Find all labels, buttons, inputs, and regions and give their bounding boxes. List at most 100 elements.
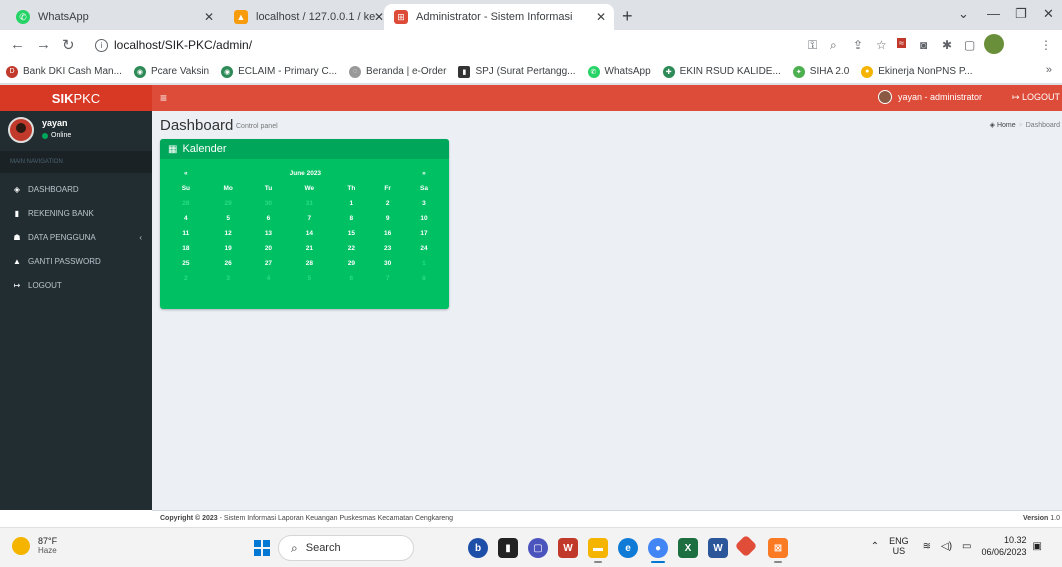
calendar-day[interactable]: 3 xyxy=(206,271,251,286)
calendar-day[interactable]: 7 xyxy=(286,211,332,226)
key-icon[interactable]: ⚿ xyxy=(808,38,817,53)
chat-icon[interactable]: ▢ xyxy=(528,538,548,558)
tab-phpmyadmin[interactable]: ▲ localhost / 127.0.0.1 / keuangan ✕ xyxy=(224,4,392,30)
back-icon[interactable]: ← xyxy=(10,36,25,53)
xampp-icon[interactable]: ⊠ xyxy=(768,538,788,563)
sidebar-item-data-pengguna[interactable]: ☗ DATA PENGGUNA ‹ xyxy=(0,225,152,249)
tab-administrator[interactable]: ⊞ Administrator - Sistem Informasi ✕ xyxy=(384,4,614,30)
calendar-day[interactable]: 29 xyxy=(332,256,370,271)
calendar-prev-button[interactable]: « xyxy=(166,166,206,181)
calendar-day[interactable]: 7 xyxy=(370,271,405,286)
calendar-day[interactable]: 16 xyxy=(370,226,405,241)
calendar-day[interactable]: 11 xyxy=(166,226,206,241)
calendar-day[interactable]: 30 xyxy=(251,196,287,211)
sidebar-item-dashboard[interactable]: ◈ DASHBOARD xyxy=(0,177,152,201)
bookmark-item[interactable]: ◌ Beranda | e-Order xyxy=(349,65,446,78)
calendar-day[interactable]: 21 xyxy=(286,241,332,256)
calendar-day[interactable]: 23 xyxy=(370,241,405,256)
chevron-up-icon[interactable]: ⌃ xyxy=(871,541,879,552)
volume-icon[interactable]: ◁) xyxy=(941,541,952,552)
excel-icon[interactable]: X xyxy=(678,538,698,558)
calendar-day[interactable]: 15 xyxy=(332,226,370,241)
chrome-icon[interactable]: ● xyxy=(648,538,668,563)
calendar-day[interactable]: 27 xyxy=(251,256,287,271)
restore-icon[interactable]: ❐ xyxy=(1015,6,1027,22)
calendar-day[interactable]: 5 xyxy=(206,211,251,226)
extensions-puzzle-icon[interactable]: ✱ xyxy=(942,38,952,52)
profile-avatar[interactable] xyxy=(984,34,1004,54)
calendar-day[interactable]: 13 xyxy=(251,226,287,241)
calendar-day[interactable]: 2 xyxy=(166,271,206,286)
extension-icon[interactable]: ≈ xyxy=(897,38,906,48)
taskbar-search[interactable]: ⌕ Search xyxy=(278,535,414,561)
battery-icon[interactable]: ▭ xyxy=(962,541,971,552)
calendar-day[interactable]: 26 xyxy=(206,256,251,271)
logout-button[interactable]: ↦ LOGOUT xyxy=(1012,92,1060,103)
calendar-day[interactable]: 8 xyxy=(405,271,443,286)
calendar-day[interactable]: 18 xyxy=(166,241,206,256)
side-panel-icon[interactable]: ▢ xyxy=(964,38,975,52)
calendar-day[interactable]: 29 xyxy=(206,196,251,211)
bookmark-item[interactable]: ● Ekinerja NonPNS P... xyxy=(861,65,973,78)
clock[interactable]: 10.32 06/06/2023 xyxy=(982,534,1027,558)
calendar-day[interactable]: 5 xyxy=(286,271,332,286)
calendar-day[interactable]: 10 xyxy=(405,211,443,226)
notification-icon[interactable]: ▣ xyxy=(1033,541,1042,552)
windows-start-icon[interactable] xyxy=(254,540,270,556)
sidebar-item-ganti-password[interactable]: ▲ GANTI PASSWORD xyxy=(0,249,152,273)
reload-icon[interactable]: ↻ xyxy=(62,36,75,54)
menu-kebab-icon[interactable]: ⋮ xyxy=(1040,38,1052,52)
calendar-day[interactable]: 4 xyxy=(251,271,287,286)
user-menu[interactable]: yayan - administrator xyxy=(877,90,982,104)
tab-search-icon[interactable]: ⌄ xyxy=(958,6,969,22)
close-icon[interactable]: ✕ xyxy=(204,10,214,24)
minimize-icon[interactable]: — xyxy=(987,6,1000,21)
forward-icon[interactable]: → xyxy=(36,36,51,53)
calendar-day[interactable]: 8 xyxy=(332,211,370,226)
calendar-day[interactable]: 3 xyxy=(405,196,443,211)
calendar-day[interactable]: 30 xyxy=(370,256,405,271)
sidebar-toggle-icon[interactable]: ≡ xyxy=(160,91,167,105)
bookmark-item[interactable]: ✦ SIHA 2.0 xyxy=(792,65,849,78)
bookmark-item[interactable]: ✆ WhatsApp xyxy=(587,65,651,78)
task-view-icon[interactable]: ▮ xyxy=(498,538,518,558)
calendar-day[interactable]: 24 xyxy=(405,241,443,256)
calendar-day[interactable]: 12 xyxy=(206,226,251,241)
calendar-day[interactable]: 1 xyxy=(405,256,443,271)
new-tab-button[interactable]: + xyxy=(622,6,633,27)
calendar-month-label[interactable]: June 2023 xyxy=(206,166,405,181)
bookmark-star-icon[interactable]: ☆ xyxy=(876,38,887,52)
calendar-day[interactable]: 14 xyxy=(286,226,332,241)
weather-widget[interactable]: 87°F Haze xyxy=(12,536,57,555)
bookmark-item[interactable]: ▮ SPJ (Surat Pertangg... xyxy=(458,65,576,78)
calendar-day[interactable]: 28 xyxy=(166,196,206,211)
file-explorer-icon[interactable]: ▬ xyxy=(588,538,608,563)
info-icon[interactable]: i xyxy=(95,38,108,52)
bookmark-item[interactable]: ◉ Pcare Vaksin xyxy=(133,65,209,78)
calendar-day[interactable]: 9 xyxy=(370,211,405,226)
language-indicator[interactable]: ENG US xyxy=(889,536,909,556)
calendar-day[interactable]: 31 xyxy=(286,196,332,211)
calendar-day[interactable]: 25 xyxy=(166,256,206,271)
zoom-icon[interactable]: ⌕ xyxy=(830,38,837,53)
calendar-day[interactable]: 28 xyxy=(286,256,332,271)
wifi-icon[interactable]: ≋ xyxy=(923,541,931,552)
bookmarks-more-button[interactable]: » xyxy=(1046,64,1052,76)
calendar-day[interactable]: 6 xyxy=(332,271,370,286)
camera-icon[interactable]: ◙ xyxy=(920,38,927,52)
bookmark-item[interactable]: ◉ ECLAIM - Primary C... xyxy=(221,65,337,78)
calendar-day[interactable]: 2 xyxy=(370,196,405,211)
calendar-day[interactable]: 6 xyxy=(251,211,287,226)
close-icon[interactable]: ✕ xyxy=(596,10,606,24)
bookmark-item[interactable]: ✚ EKIN RSUD KALIDE... xyxy=(662,65,781,78)
tab-whatsapp[interactable]: ✆ WhatsApp ✕ xyxy=(6,4,222,30)
edge-icon[interactable]: e xyxy=(618,538,638,558)
calendar-day[interactable]: 19 xyxy=(206,241,251,256)
calendar-day[interactable]: 20 xyxy=(251,241,287,256)
close-icon[interactable]: ✕ xyxy=(374,10,384,24)
bing-app-icon[interactable]: b xyxy=(468,538,488,558)
bookmark-item[interactable]: D Bank DKI Cash Man... xyxy=(6,65,122,78)
share-icon[interactable]: ⇪ xyxy=(853,38,863,52)
word-icon[interactable]: W xyxy=(708,538,728,558)
window-close-icon[interactable]: ✕ xyxy=(1043,6,1054,22)
